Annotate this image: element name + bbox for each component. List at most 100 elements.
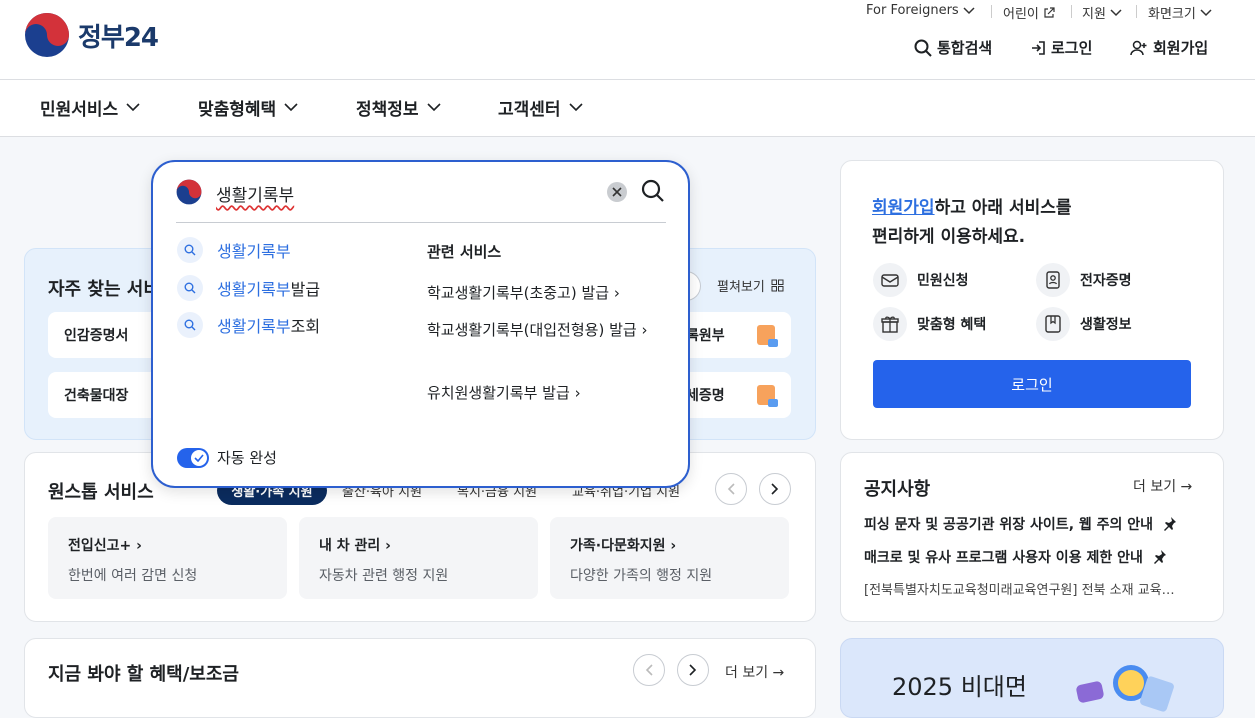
- search-icon: [641, 179, 664, 202]
- related-services-title: 관련 서비스: [427, 243, 502, 261]
- service-label: 민원신청: [917, 273, 969, 289]
- site-logo[interactable]: 정부24: [24, 12, 159, 58]
- onestop-prev-button[interactable]: [715, 473, 747, 505]
- search-submit-button[interactable]: [641, 179, 665, 207]
- service-certificate[interactable]: 전자증명: [1036, 263, 1132, 297]
- add-user-icon: [1130, 40, 1147, 55]
- related-service-text: 학교생활기록부(대입전형용) 발급: [427, 321, 637, 339]
- chevron-right-icon: [771, 483, 779, 495]
- header-login-button[interactable]: 로그인: [1030, 37, 1092, 58]
- suggestion-item[interactable]: 생활기록부발급: [177, 275, 320, 301]
- frequent-chip-label: 건축물대장: [64, 388, 129, 404]
- benefit-more-label: 더 보기: [725, 665, 769, 681]
- gnb-item-label: 정책정보: [356, 100, 419, 120]
- pin-icon: [1163, 517, 1176, 531]
- gnb-item-label: 고객센터: [498, 100, 561, 120]
- chevron-down-icon: [1200, 8, 1212, 16]
- gnb-item-policy[interactable]: 정책정보: [356, 95, 441, 120]
- notice-more-label: 더 보기: [1133, 479, 1177, 495]
- gnb-item-label: 맞춤형혜택: [198, 100, 277, 120]
- expand-button[interactable]: 펼쳐보기: [717, 276, 784, 295]
- service-label: 전자증명: [1080, 273, 1132, 289]
- benefit-title: 지금 봐야 할 혜택/보조금: [48, 664, 239, 685]
- search-clear-button[interactable]: [607, 182, 627, 202]
- related-service-link[interactable]: 유치원생활기록부 발급 ›: [427, 380, 667, 406]
- gnb-item-benefit[interactable]: 맞춤형혜택: [198, 95, 298, 120]
- notice-item[interactable]: [전북특별자치도교육청미래교육연구원] 전북 소재 교육…: [864, 579, 1198, 598]
- benefit-more-link[interactable]: 더 보기 →: [725, 662, 784, 682]
- expand-label: 펼쳐보기: [717, 280, 765, 295]
- member-login-button[interactable]: 로그인: [873, 360, 1191, 408]
- member-login-label: 로그인: [1011, 375, 1053, 394]
- header-signup-button[interactable]: 회원가입: [1130, 37, 1208, 58]
- util-screen-size-label: 화면크기: [1148, 7, 1196, 22]
- chevron-right-icon: ›: [574, 384, 581, 402]
- id-card-icon: [1036, 263, 1070, 297]
- related-service-link[interactable]: 학교생활기록부(초중고) 발급 ›: [427, 280, 667, 306]
- benefit-prev-button[interactable]: [633, 654, 665, 686]
- signup-link[interactable]: 회원가입: [872, 198, 935, 218]
- notice-item[interactable]: 피싱 문자 및 공공기관 위장 사이트, 웹 주의 안내: [864, 514, 1177, 534]
- util-divider: [1071, 5, 1072, 18]
- chevron-right-icon: [689, 664, 697, 676]
- util-foreigners-label: For Foreigners: [866, 3, 959, 18]
- util-divider: [1136, 5, 1137, 18]
- pin-icon: [1153, 550, 1166, 564]
- service-label: 생활정보: [1080, 317, 1132, 333]
- suggestion-item[interactable]: 생활기록부: [177, 237, 291, 263]
- onestop-card-desc: 다양한 가족의 행정 지원: [570, 568, 713, 584]
- search-divider: [176, 222, 666, 223]
- notice-more-link[interactable]: 더 보기 →: [1133, 476, 1192, 496]
- chevron-down-icon: [1110, 8, 1122, 16]
- notice-item[interactable]: 매크로 및 유사 프로그램 사용자 이용 제한 안내: [864, 547, 1167, 567]
- main-navigation: [0, 80, 1255, 137]
- onestop-next-button[interactable]: [759, 473, 791, 505]
- suggestion-item[interactable]: 생활기록부조회: [177, 312, 320, 338]
- chevron-left-icon: [727, 483, 735, 495]
- onestop-card[interactable]: 내 차 관리 › 자동차 관련 행정 지원: [299, 517, 538, 599]
- toggle-switch: [177, 447, 209, 468]
- service-benefit[interactable]: 맞춤형 혜택: [873, 307, 986, 341]
- util-support[interactable]: 지원: [1082, 3, 1122, 22]
- autocomplete-toggle[interactable]: 자동 완성: [177, 447, 277, 468]
- header-search-button[interactable]: 통합검색: [914, 37, 992, 58]
- external-link-icon: [1044, 6, 1055, 18]
- gnb-item-support[interactable]: 고객센터: [498, 95, 583, 120]
- benefit-next-button[interactable]: [677, 654, 709, 686]
- document-icon: [757, 385, 778, 407]
- onestop-card[interactable]: 전입신고+ › 한번에 여러 감면 신청: [48, 517, 287, 599]
- promo-banner[interactable]: 2025 비대면: [840, 638, 1224, 718]
- search-icon: [177, 237, 203, 263]
- bookmark-icon: [1036, 307, 1070, 341]
- chevron-down-icon: [568, 103, 583, 112]
- search-input[interactable]: 생활기록부: [216, 181, 596, 206]
- related-service-link[interactable]: 학교생활기록부(대입전형용) 발급 ›: [427, 317, 667, 343]
- chevron-down-icon: [284, 103, 298, 112]
- chevron-left-icon: [645, 664, 653, 676]
- frequent-chip[interactable]: 건축물대장: [48, 372, 158, 418]
- util-foreigners[interactable]: For Foreigners: [866, 3, 975, 18]
- search-autocomplete-panel: 생활기록부 생활기록부 생활기록부발급 생활기록부조회 관련 서비스 학교생활기…: [151, 160, 690, 488]
- frequent-chip-label: 인감증명서: [64, 328, 129, 344]
- service-civil[interactable]: 민원신청: [873, 263, 969, 297]
- onestop-card[interactable]: 가족·다문화지원 › 다양한 가족의 행정 지원: [550, 517, 789, 599]
- member-message-line2: 편리하게 이용하세요.: [872, 227, 1026, 247]
- util-kids[interactable]: 어린이: [1003, 3, 1055, 22]
- suggestion-text: 생활기록부조회: [217, 317, 321, 336]
- chat-bubble-icon: [1075, 680, 1105, 704]
- frequent-chip-label: 록원부: [686, 328, 725, 344]
- frequent-chip[interactable]: 인감증명서: [48, 312, 158, 358]
- chevron-right-icon: ›: [613, 284, 620, 302]
- onestop-card-title: 내 차 관리 ›: [319, 538, 391, 554]
- util-divider: [991, 5, 992, 18]
- mail-icon: [873, 263, 907, 297]
- gnb-item-civil[interactable]: 민원서비스: [40, 95, 140, 120]
- header-search-label: 통합검색: [937, 39, 993, 57]
- util-screen-size[interactable]: 화면크기: [1148, 3, 1212, 22]
- notice-title: 공지사항: [864, 479, 931, 500]
- onestop-title: 원스톱 서비스: [48, 482, 154, 503]
- promo-banner-text: 2025 비대면: [892, 673, 1027, 701]
- service-life-info[interactable]: 생활정보: [1036, 307, 1132, 341]
- search-icon: [177, 275, 203, 301]
- suggestion-text: 생활기록부: [217, 242, 291, 261]
